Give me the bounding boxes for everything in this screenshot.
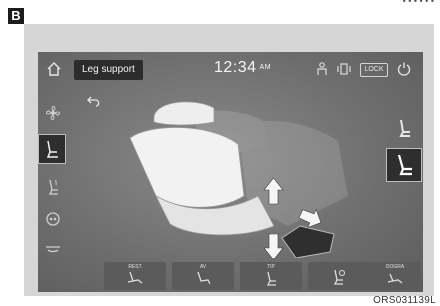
headrest <box>153 101 215 126</box>
radio-icon[interactable] <box>42 208 64 230</box>
screen-bezel: Leg support 12:34 AM LOCK REST AV TIP DO… <box>24 24 434 296</box>
ac-icon[interactable] <box>42 238 64 260</box>
seat-position-front-button[interactable] <box>388 114 420 144</box>
power-icon[interactable] <box>396 61 412 77</box>
seat-av-icon <box>197 271 211 285</box>
seat-tip-icon <box>266 271 276 286</box>
seat-icon <box>46 140 58 158</box>
seat-massage-icon <box>333 269 345 285</box>
seat-lumbar-icon <box>387 273 403 284</box>
seat-position-rear-button[interactable] <box>386 148 422 182</box>
seat-nav-button[interactable] <box>38 134 66 164</box>
figure-code: ORS031139L <box>373 295 436 306</box>
seat-belt-icon <box>317 62 327 75</box>
vibration-icon <box>337 63 351 75</box>
clock-ampm: AM <box>259 64 272 72</box>
seat-heat-icon[interactable] <box>42 176 64 198</box>
cropped-caption: • • • • • • <box>402 0 434 6</box>
preset-av-button[interactable]: AV <box>172 262 234 290</box>
clock-time: 12:34 <box>214 59 257 76</box>
preset-bar: REST AV TIP DOGRA <box>68 258 423 292</box>
preset-lumbar-button[interactable]: DOGRA <box>370 262 420 290</box>
section-badge: B <box>8 8 24 24</box>
seat-upright-icon <box>399 119 410 137</box>
status-bar: Leg support 12:34 AM LOCK <box>38 52 423 86</box>
leg-support-highlight <box>281 225 335 258</box>
seat-backrest <box>129 127 245 208</box>
lock-button[interactable]: LOCK <box>360 63 388 77</box>
home-icon[interactable] <box>46 61 62 77</box>
seat-control-screen: Leg support 12:34 AM LOCK REST AV TIP DO… <box>38 52 423 292</box>
seat-illustration <box>129 101 348 258</box>
fan-icon[interactable] <box>42 102 64 124</box>
preset-massage-button[interactable] <box>308 262 370 290</box>
clock: 12:34 AM <box>214 59 271 77</box>
leg-support-tooltip: Leg support <box>74 60 143 80</box>
preset-rest-button[interactable]: REST <box>104 262 166 290</box>
side-nav <box>38 86 68 292</box>
seat-recline-icon <box>397 154 412 176</box>
preset-tip-button[interactable]: TIP <box>240 262 302 290</box>
seat-recline-icon <box>127 271 143 284</box>
